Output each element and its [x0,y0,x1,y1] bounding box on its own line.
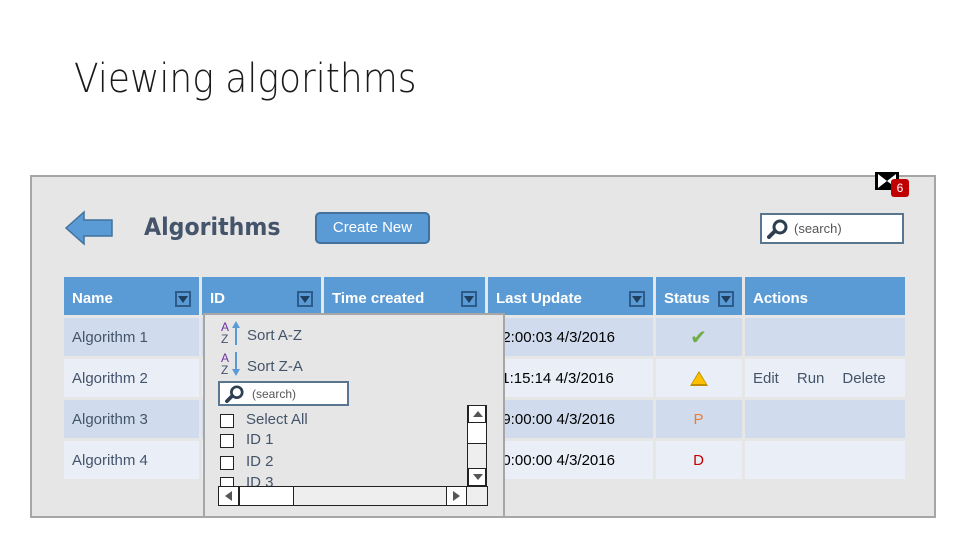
back-arrow-icon[interactable] [64,210,114,246]
page-title: Viewing algorithms [74,56,417,102]
filter-dropdown-icon[interactable] [297,291,313,307]
option-label: ID 1 [246,431,274,448]
column-label: Status [664,290,710,307]
run-link[interactable]: Run [797,370,825,387]
column-label: ID [210,290,225,307]
column-header-last-update: Last Update [488,277,653,315]
status-cell: D [656,441,742,479]
arrow-up-icon [232,321,240,345]
algorithm-name[interactable]: Algorithm 2 [64,359,199,397]
table-header-row: Name ID Time created Last Update Status … [64,277,905,315]
search-icon [767,219,788,239]
search-icon [225,385,244,403]
column-header-time-created: Time created [324,277,485,315]
option-label: ID 3 [246,474,274,486]
column-header-status: Status [656,277,742,315]
create-new-button[interactable]: Create New [315,212,430,244]
id-filter-dropdown: A Z Sort A-Z A Z Sort Z-A (search) Selec… [203,313,505,518]
filter-options-list: Select All ID 1 ID 2 ID 3 [218,411,488,486]
section-title: Algorithms [144,213,281,241]
actions-cell [745,400,905,438]
algorithm-name[interactable]: Algorithm 1 [64,318,199,356]
column-label: Time created [332,290,425,307]
checkbox[interactable] [220,414,234,428]
scroll-right-icon[interactable] [446,486,467,506]
status-warning-icon [689,370,708,386]
arrow-down-icon [232,352,240,376]
column-label: Last Update [496,290,582,307]
column-label: Actions [753,290,809,307]
column-label: Name [72,290,113,307]
sort-z-a-label: Sort Z-A [247,358,303,375]
actions-cell [745,318,905,356]
scroll-thumb[interactable] [468,423,486,444]
vertical-scrollbar[interactable] [467,405,487,486]
filter-search-placeholder: (search) [252,387,297,401]
checkbox[interactable] [220,434,234,448]
status-cell: P [656,400,742,438]
column-header-name: Name [64,277,199,315]
filter-dropdown-icon[interactable] [629,291,645,307]
last-update: 09:00:00 4/3/2016 [488,400,653,438]
algorithm-name[interactable]: Algorithm 4 [64,441,199,479]
last-update: 12:00:03 4/3/2016 [488,318,653,356]
search-input[interactable]: (search) [760,213,904,244]
last-update: 20:00:00 4/3/2016 [488,441,653,479]
scroll-up-icon[interactable] [468,405,486,423]
status-cell: ✔ [656,318,742,356]
notification-count-badge: 6 [891,179,909,197]
filter-dropdown-icon[interactable] [461,291,477,307]
checkbox[interactable] [220,456,234,470]
sort-a-z-label: Sort A-Z [247,327,303,344]
checkbox[interactable] [220,477,234,486]
scroll-left-icon[interactable] [218,486,239,506]
last-update: 11:15:14 4/3/2016 [488,359,653,397]
filter-dropdown-icon[interactable] [718,291,734,307]
actions-cell [745,441,905,479]
column-header-actions: Actions [745,277,905,315]
scroll-thumb[interactable] [239,487,294,505]
horizontal-scrollbar[interactable] [218,486,488,506]
algorithm-name[interactable]: Algorithm 3 [64,400,199,438]
column-header-id: ID [202,277,321,315]
actions-cell: Edit Run Delete [745,359,905,397]
status-pending-badge: P [693,410,704,428]
status-cell [656,359,742,397]
scroll-down-icon[interactable] [468,468,486,486]
search-placeholder: (search) [794,221,842,236]
option-label: ID 2 [246,453,274,470]
scrollbar-corner [466,486,488,506]
status-ok-icon: ✔ [690,326,707,349]
status-disabled-badge: D [693,451,704,469]
edit-link[interactable]: Edit [753,370,779,387]
notifications-button[interactable]: 6 [875,172,909,197]
filter-dropdown-icon[interactable] [175,291,191,307]
option-label: Select All [246,411,308,428]
delete-link[interactable]: Delete [842,370,885,387]
filter-search-input[interactable]: (search) [218,381,349,406]
